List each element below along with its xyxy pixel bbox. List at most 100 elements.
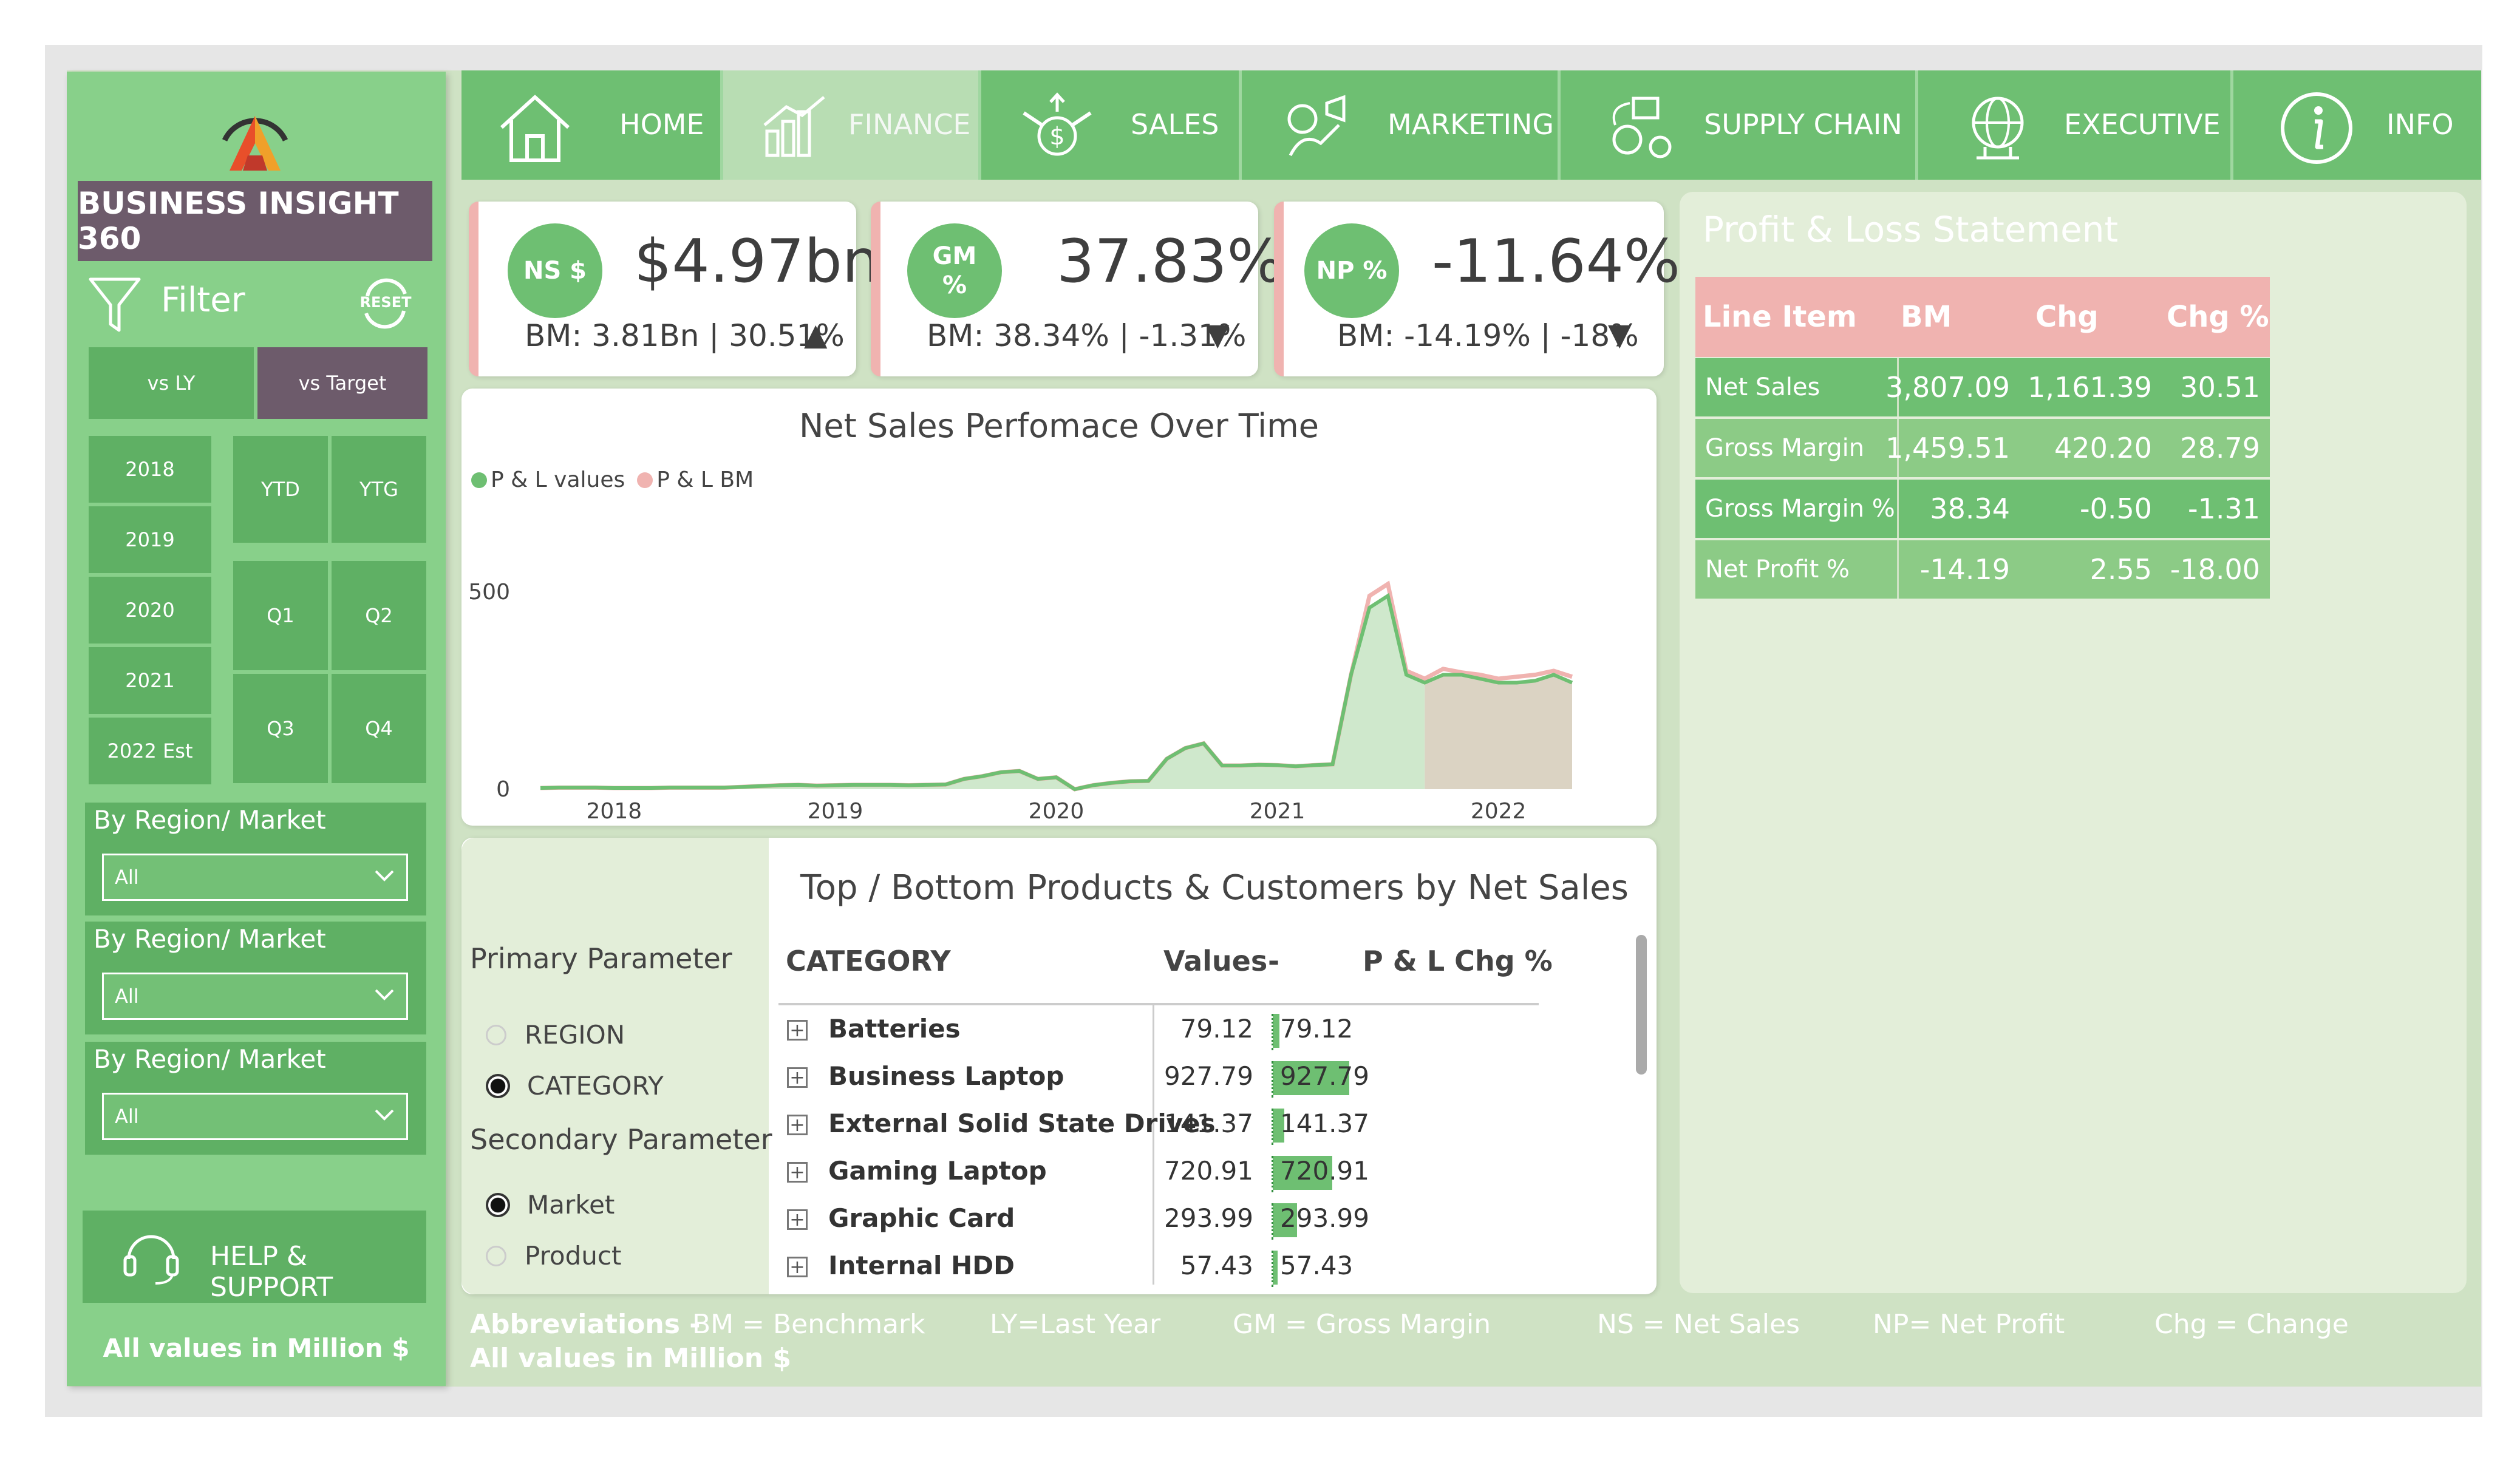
product-bar-label: 141.37 <box>1280 1109 1369 1138</box>
pl-cell-item: Gross Margin % <box>1705 495 1895 523</box>
primary-parameter-label: Primary Parameter <box>470 942 732 975</box>
radio-region-circle[interactable] <box>486 1024 506 1045</box>
pl-cell-chg: -0.50 <box>2079 492 2152 525</box>
radio-product-circle[interactable] <box>486 1245 506 1266</box>
kpi-accent-bar <box>871 202 880 376</box>
abbr-chg: Chg = Change <box>2154 1309 2349 1340</box>
area-forecast <box>1425 674 1572 789</box>
product-value: 720.91 <box>1164 1156 1253 1186</box>
pl-panel <box>1680 192 2467 1293</box>
toggle-vs-target[interactable]: vs Target <box>257 347 427 419</box>
year-2020-button[interactable]: 2020 <box>89 577 211 644</box>
nav-executive-label: EXECUTIVE <box>2064 108 2221 141</box>
info-icon <box>2277 89 2356 174</box>
nav-sales[interactable]: $ SALES <box>981 70 1239 180</box>
nav-marketing-label: MARKETING <box>1388 108 1555 141</box>
region-filter-2-label: By Region/ Market <box>94 924 326 954</box>
col-header-pl-chg: P & L Chg % <box>1363 945 1553 977</box>
pl-cell-chg-pct: -1.31 <box>2187 492 2260 525</box>
home-icon <box>495 89 574 174</box>
year-2018-button[interactable]: 2018 <box>89 436 211 503</box>
product-name: Internal HDD <box>828 1251 1015 1280</box>
trend-down-icon: ▼ <box>1608 317 1632 352</box>
nav-executive[interactable]: EXECUTIVE <box>1918 70 2230 180</box>
nav-sales-label: SALES <box>1131 108 1219 141</box>
filter-icon <box>87 274 142 335</box>
table-scrollbar[interactable] <box>1636 935 1647 1075</box>
x-tick-label: 2018 <box>587 799 642 824</box>
region-filter-1-label: By Region/ Market <box>94 805 326 835</box>
pl-cell-item: Gross Margin <box>1705 434 1865 462</box>
expand-icon[interactable]: + <box>787 1162 808 1183</box>
kpi-benchmark: BM: 3.81Bn | 30.51% <box>525 318 845 353</box>
ytd-button[interactable]: YTD <box>233 436 328 543</box>
kpi-badge: GM % <box>907 223 1002 318</box>
expand-icon[interactable]: + <box>787 1257 808 1278</box>
nav-supply-chain[interactable]: SUPPLY CHAIN <box>1561 70 1915 180</box>
bar-axis <box>1272 1156 1273 1192</box>
chevron-down-icon <box>372 982 397 1011</box>
expand-icon[interactable]: + <box>787 1115 808 1136</box>
year-2021-button[interactable]: 2021 <box>89 647 211 714</box>
kpi-value: -11.64% <box>1432 227 1681 296</box>
product-bar <box>1273 1251 1278 1285</box>
kpi-value: 37.83% <box>1057 227 1284 296</box>
expand-icon[interactable]: + <box>787 1209 808 1231</box>
product-bar-label: 927.79 <box>1280 1061 1369 1091</box>
column-divider <box>1153 1005 1154 1285</box>
q4-button[interactable]: Q4 <box>332 674 426 783</box>
expand-icon[interactable]: + <box>787 1067 808 1089</box>
svg-text:$: $ <box>1049 123 1064 151</box>
product-bar <box>1273 1014 1279 1048</box>
radio-product-label: Product <box>525 1241 622 1271</box>
q1-button[interactable]: Q1 <box>233 561 328 670</box>
help-support-button[interactable]: HELP & SUPPORT <box>83 1211 426 1303</box>
abbr-np: NP= Net Profit <box>1873 1309 2065 1340</box>
radio-category-circle[interactable] <box>486 1073 510 1098</box>
nav-marketing[interactable]: MARKETING <box>1242 70 1558 180</box>
nav-home[interactable]: HOME <box>461 70 720 180</box>
q3-button[interactable]: Q3 <box>233 674 328 783</box>
finance-icon <box>756 89 835 174</box>
ytg-button[interactable]: YTG <box>332 436 426 543</box>
product-name: Gaming Laptop <box>828 1156 1047 1186</box>
net-sales-chart-card: Net Sales Perfomace Over Time P & L valu… <box>461 389 1657 826</box>
reset-button[interactable]: RESET <box>355 273 416 334</box>
col-header-values: Values <box>1163 945 1268 977</box>
radio-category[interactable]: CATEGORY <box>486 1071 664 1101</box>
radio-market-circle[interactable] <box>486 1192 510 1217</box>
kpi-value: $4.97bn <box>634 227 880 296</box>
pl-cell-bm: 3,807.09 <box>1885 371 2010 404</box>
abbreviations-label: Abbreviations - <box>470 1309 701 1340</box>
radio-region-label: REGION <box>525 1020 625 1050</box>
radio-product[interactable]: Product <box>486 1241 621 1271</box>
kpi-badge: NS $ <box>508 223 602 318</box>
chevron-down-icon <box>372 1102 397 1131</box>
pl-header-bm: BM <box>1901 277 1952 357</box>
help-support-label: HELP & SUPPORT <box>210 1241 333 1303</box>
kpi-badge-line1: GM <box>932 242 977 270</box>
parameter-panel <box>461 838 769 1294</box>
region-dropdown-1[interactable]: All <box>102 854 408 901</box>
sidebar-units-note: All values in Million $ <box>103 1333 410 1363</box>
product-name: Business Laptop <box>828 1061 1064 1091</box>
year-2022-est-button[interactable]: 2022 Est <box>89 718 211 784</box>
radio-region[interactable]: REGION <box>486 1020 625 1050</box>
headset-icon <box>118 1225 185 1291</box>
region-dropdown-2[interactable]: All <box>102 973 408 1020</box>
expand-icon[interactable]: + <box>787 1020 808 1041</box>
radio-market[interactable]: Market <box>486 1190 615 1220</box>
sales-icon: $ <box>1018 89 1097 174</box>
bar-axis <box>1272 1109 1273 1145</box>
y-tick-label: 500 <box>468 580 510 605</box>
pl-cell-bm: -14.19 <box>1919 553 2010 586</box>
nav-finance[interactable]: FINANCE <box>723 70 978 180</box>
nav-info[interactable]: INFO <box>2233 70 2481 180</box>
product-bar-label: 79.12 <box>1280 1014 1354 1044</box>
year-2019-button[interactable]: 2019 <box>89 506 211 573</box>
bar-axis <box>1272 1203 1273 1240</box>
toggle-vs-ly[interactable]: vs LY <box>89 347 254 419</box>
region-dropdown-3[interactable]: All <box>102 1093 408 1140</box>
q2-button[interactable]: Q2 <box>332 561 426 670</box>
reset-label: RESET <box>359 294 412 311</box>
